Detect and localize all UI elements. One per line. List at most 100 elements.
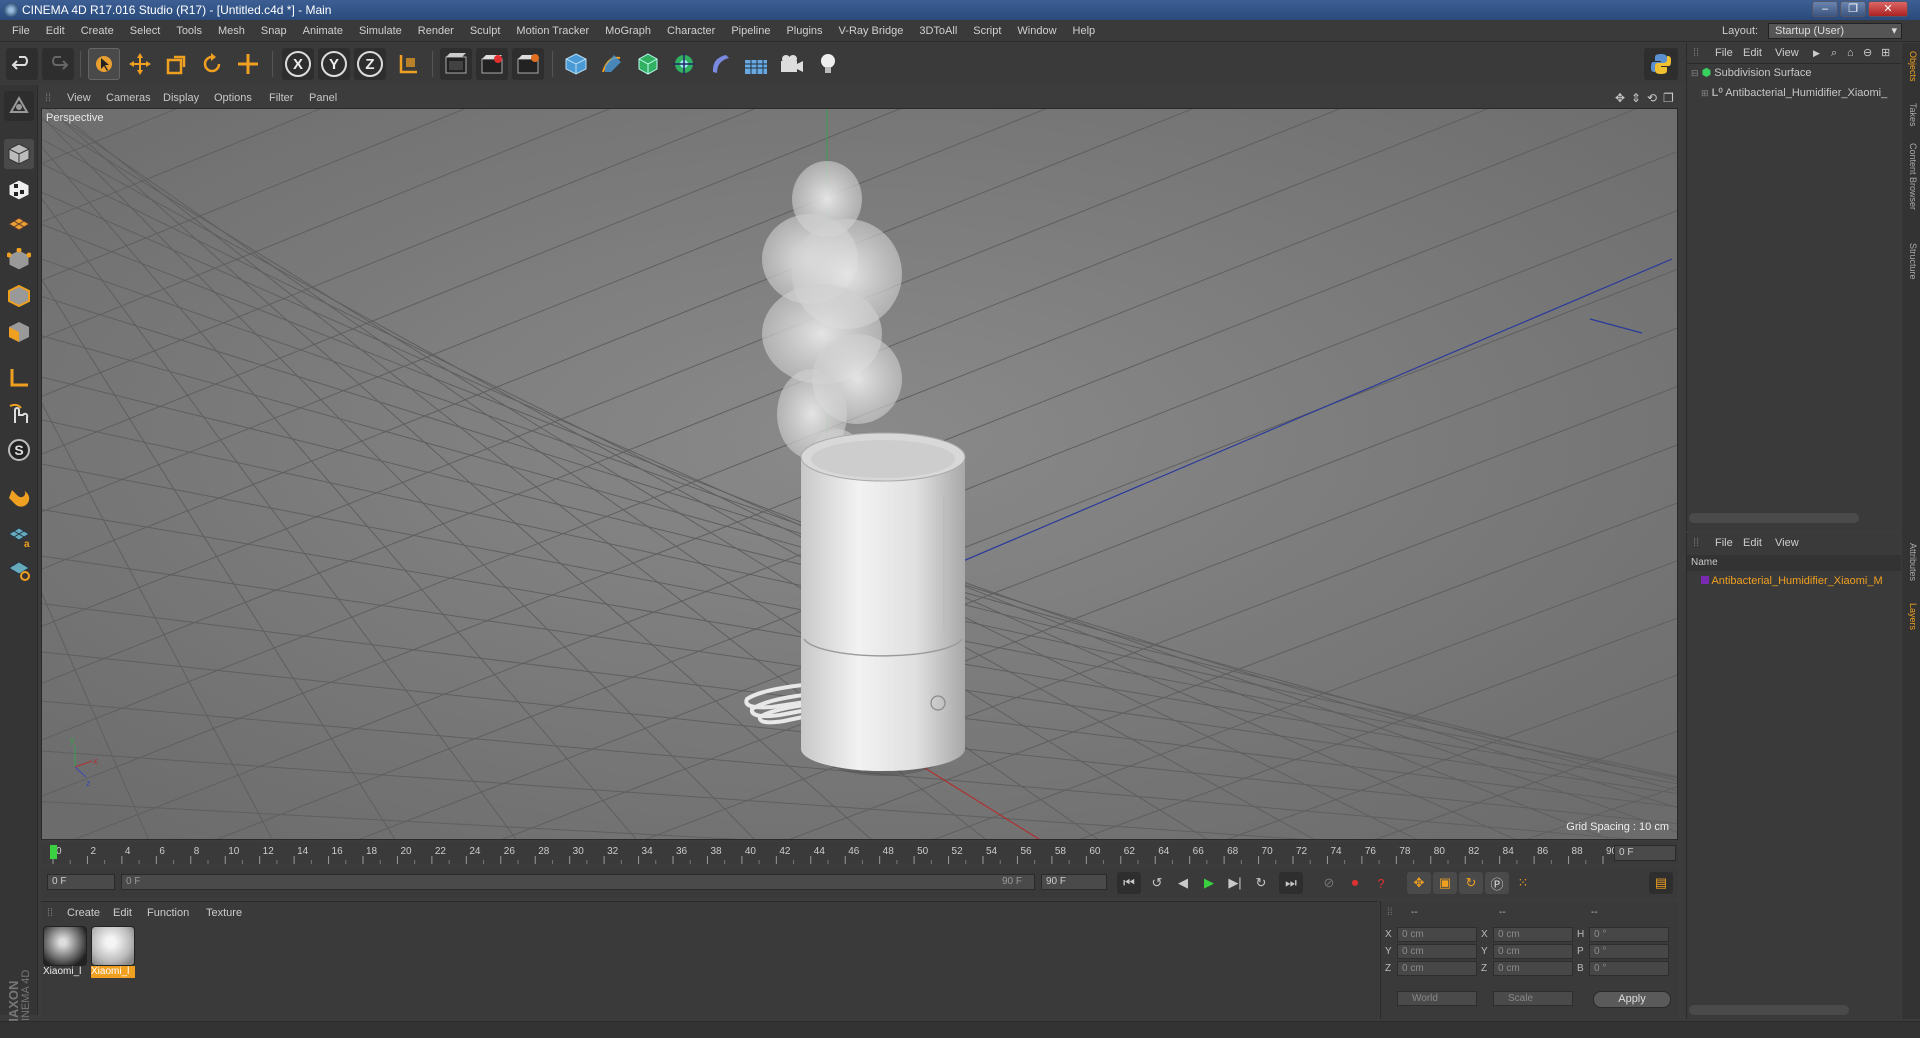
workplane-lock-icon[interactable]: a	[4, 521, 34, 551]
key-pla-icon[interactable]: ⁙	[1511, 872, 1535, 894]
current-frame-field[interactable]: 0 F	[1614, 845, 1676, 861]
playhead-marker[interactable]	[50, 845, 57, 859]
menu-3dtoall[interactable]: 3DToAll	[911, 20, 965, 42]
camera-icon[interactable]	[776, 48, 808, 80]
menu-simulate[interactable]: Simulate	[351, 20, 410, 42]
rotate-tool-icon[interactable]	[196, 48, 228, 80]
menu-edit[interactable]: Edit	[38, 20, 73, 42]
next-keyframe-icon[interactable]: ↻	[1249, 872, 1273, 894]
menu-help[interactable]: Help	[1065, 20, 1104, 42]
timeline-window-icon[interactable]: ▤	[1649, 872, 1673, 894]
menu-create[interactable]: Create	[73, 20, 122, 42]
rotation-value-field[interactable]: 0 °	[1589, 927, 1669, 942]
menu-plugins[interactable]: Plugins	[778, 20, 830, 42]
size-value-field[interactable]: 0 cm	[1493, 927, 1573, 942]
play-forward-icon[interactable]: ▶	[1197, 872, 1221, 894]
size-value-field[interactable]: 0 cm	[1493, 961, 1573, 976]
render-settings-icon[interactable]	[512, 48, 544, 80]
layer-menu-edit[interactable]: Edit	[1743, 533, 1762, 553]
record-disabled-icon[interactable]: ⊘	[1317, 872, 1341, 894]
previous-frame-icon[interactable]: ◀	[1171, 872, 1195, 894]
viewport-rotate-icon[interactable]: ⟲	[1647, 88, 1657, 108]
key-position-icon[interactable]: ✥	[1407, 872, 1431, 894]
menu-select[interactable]: Select	[122, 20, 169, 42]
material-menu-edit[interactable]: Edit	[113, 904, 132, 922]
viewport-menu-filter[interactable]: Filter	[269, 88, 293, 108]
end-frame-field[interactable]: 90 F	[1041, 874, 1107, 890]
object-row-subdivision[interactable]: ⊟ ⬢ Subdivision Surface	[1691, 65, 1812, 81]
viewport-menu-display[interactable]: Display	[163, 88, 199, 108]
magnet-icon[interactable]	[4, 481, 34, 511]
layer-manager-scrollbar[interactable]	[1689, 1005, 1849, 1015]
menu-mograph[interactable]: MoGraph	[597, 20, 659, 42]
search-icon[interactable]: ⌕	[1831, 43, 1837, 63]
viewport-menu-view[interactable]: View	[67, 88, 91, 108]
tab-takes[interactable]: Takes	[1904, 103, 1918, 127]
expand-icon[interactable]: ⊟	[1691, 68, 1699, 78]
home-icon[interactable]: ⌂	[1847, 43, 1854, 63]
menu-tools[interactable]: Tools	[168, 20, 210, 42]
key-scale-icon[interactable]: ▣	[1433, 872, 1457, 894]
render-view-icon[interactable]	[440, 48, 472, 80]
undo-icon[interactable]	[6, 48, 38, 80]
layer-menu-file[interactable]: File	[1715, 533, 1733, 553]
menu-character[interactable]: Character	[659, 20, 723, 42]
layout-select[interactable]: Startup (User)	[1768, 23, 1902, 39]
menu-motion-tracker[interactable]: Motion Tracker	[508, 20, 597, 42]
maximize-button[interactable]: ❐	[1840, 1, 1866, 17]
scale-tool-icon[interactable]	[160, 48, 192, 80]
tab-layers[interactable]: Layers	[1904, 603, 1918, 630]
cube-primitive-icon[interactable]	[560, 48, 592, 80]
material-menu-texture[interactable]: Texture	[206, 904, 242, 922]
expand-icon[interactable]: ⊞	[1701, 88, 1709, 98]
go-to-start-icon[interactable]: ⏮	[1117, 872, 1141, 894]
material-menu-create[interactable]: Create	[67, 904, 100, 922]
apply-button[interactable]: Apply	[1593, 991, 1671, 1008]
material-menu-function[interactable]: Function	[147, 904, 189, 922]
select-pointer-icon[interactable]	[88, 48, 120, 80]
model-mode-icon[interactable]	[4, 139, 34, 169]
start-frame-field[interactable]: 0 F	[47, 874, 115, 890]
workplane-axis-icon[interactable]	[4, 555, 34, 585]
previous-keyframe-icon[interactable]: ↺	[1145, 872, 1169, 894]
layer-menu-view[interactable]: View	[1775, 533, 1799, 553]
menu-window[interactable]: Window	[1009, 20, 1064, 42]
viewport-maximize-icon[interactable]: ❐	[1663, 88, 1674, 108]
coordinate-mode-select[interactable]: World	[1397, 991, 1477, 1006]
viewport-move-icon[interactable]: ✥	[1615, 88, 1625, 108]
layer-row[interactable]: Antibacterial_Humidifier_Xiaomi_M	[1701, 573, 1899, 589]
position-value-field[interactable]: 0 cm	[1397, 927, 1477, 942]
python-script-icon[interactable]	[1644, 48, 1678, 80]
edges-mode-icon[interactable]	[4, 281, 34, 311]
timeline-ruler[interactable]: 0 2 4 6 8 10 12 14 16 18 20 22 24 26 28 30 32 34 36 38 40 42 4…	[41, 842, 1678, 864]
object-menu-view[interactable]: View	[1775, 43, 1799, 63]
make-editable-icon[interactable]	[4, 91, 34, 121]
x-axis-lock-button[interactable]: X	[282, 48, 314, 80]
menu-v-ray-bridge[interactable]: V-Ray Bridge	[831, 20, 912, 42]
render-picture-viewer-icon[interactable]	[476, 48, 508, 80]
record-active-objects-icon[interactable]: ⏺	[1343, 872, 1367, 894]
close-button[interactable]: ✕	[1868, 1, 1908, 17]
preview-range-slider[interactable]: 0 F 90 F	[121, 874, 1035, 890]
transform-tool-icon[interactable]	[232, 48, 264, 80]
menu-snap[interactable]: Snap	[253, 20, 295, 42]
coordinate-system-icon[interactable]	[392, 48, 424, 80]
menu-file[interactable]: File	[4, 20, 38, 42]
menu-script[interactable]: Script	[965, 20, 1009, 42]
texture-mode-icon[interactable]	[4, 175, 34, 205]
deformer-bend-icon[interactable]	[704, 48, 736, 80]
key-parameter-icon[interactable]: Ⓟ	[1485, 872, 1509, 894]
move-tool-icon[interactable]	[124, 48, 156, 80]
subdivision-surface-icon[interactable]	[632, 48, 664, 80]
minimize-button[interactable]: –	[1812, 1, 1838, 17]
size-mode-select[interactable]: Scale	[1493, 991, 1573, 1006]
material-swatch[interactable]: Xiaomi_l	[43, 926, 89, 982]
next-frame-icon[interactable]: ▶|	[1223, 872, 1247, 894]
tab-attributes[interactable]: Attributes	[1904, 543, 1918, 581]
menu-mesh[interactable]: Mesh	[210, 20, 253, 42]
more-arrow-icon[interactable]: ▶	[1813, 43, 1820, 63]
tab-objects[interactable]: Objects	[1904, 51, 1918, 82]
menu-render[interactable]: Render	[410, 20, 462, 42]
y-axis-lock-button[interactable]: Y	[318, 48, 350, 80]
redo-icon[interactable]	[42, 48, 74, 80]
